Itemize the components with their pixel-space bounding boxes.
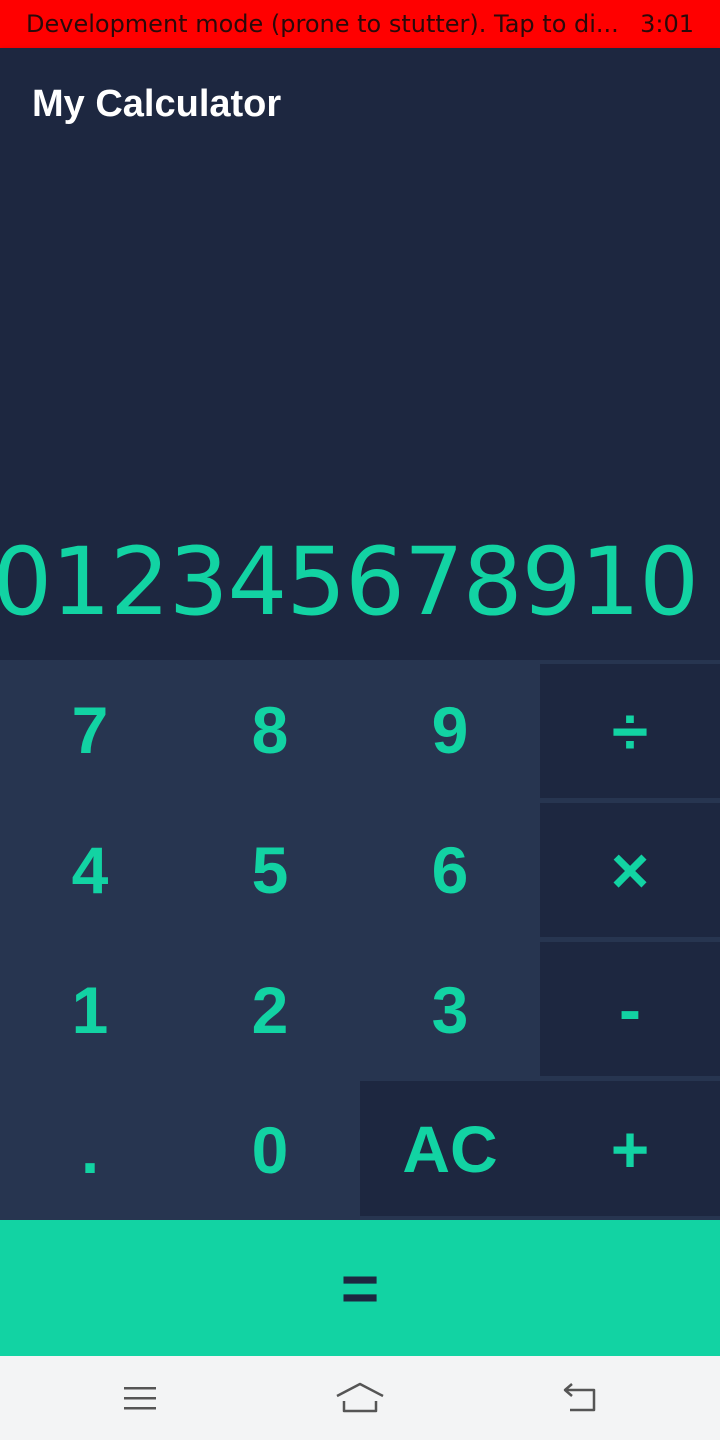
decimal-point-button[interactable]: . <box>0 1080 180 1220</box>
app-title: My Calculator <box>32 82 282 125</box>
home-icon[interactable] <box>330 1376 390 1420</box>
back-icon[interactable] <box>550 1376 610 1420</box>
key-5[interactable]: 5 <box>180 800 360 940</box>
app-bar: My Calculator <box>0 48 720 160</box>
display-value: 012345678910 <box>0 528 699 637</box>
dev-mode-message[interactable]: Development mode (prone to stutter). Tap… <box>26 10 628 38</box>
minus-button[interactable]: - <box>540 942 720 1076</box>
clear-button[interactable]: AC <box>360 1081 540 1216</box>
key-3[interactable]: 3 <box>360 940 540 1080</box>
key-8[interactable]: 8 <box>180 660 360 800</box>
multiply-button[interactable]: × <box>540 803 720 937</box>
menu-icon[interactable] <box>110 1376 170 1420</box>
key-0[interactable]: 0 <box>180 1080 360 1220</box>
key-9[interactable]: 9 <box>360 660 540 800</box>
key-2[interactable]: 2 <box>180 940 360 1080</box>
plus-button[interactable]: + <box>540 1081 720 1216</box>
keypad: 7 8 9 ÷ 4 5 6 × 1 2 3 - . 0 AC + <box>0 660 720 1220</box>
divide-button[interactable]: ÷ <box>540 664 720 798</box>
equals-button[interactable]: = <box>0 1220 720 1356</box>
key-6[interactable]: 6 <box>360 800 540 940</box>
status-bar[interactable]: Development mode (prone to stutter). Tap… <box>0 0 720 48</box>
result-display: 012345678910 <box>0 160 720 660</box>
key-1[interactable]: 1 <box>0 940 180 1080</box>
clock: 3:01 <box>640 10 694 38</box>
key-4[interactable]: 4 <box>0 800 180 940</box>
key-7[interactable]: 7 <box>0 660 180 800</box>
navigation-bar <box>0 1356 720 1440</box>
